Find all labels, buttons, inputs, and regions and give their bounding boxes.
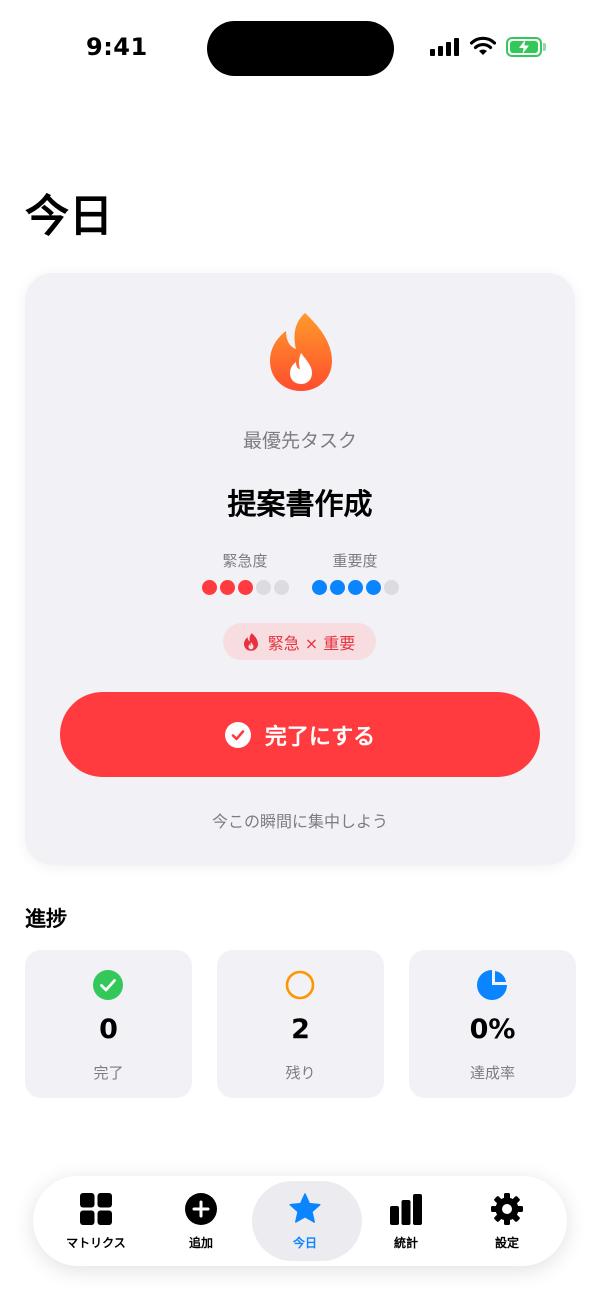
stat-caption: 残り (285, 1064, 316, 1082)
quadrant-tag-label: 緊急 × 重要 (267, 633, 356, 653)
tab-matrix[interactable]: マトリクス (46, 1176, 146, 1266)
dynamic-island (207, 21, 394, 76)
stat-caption: 達成率 (469, 1064, 515, 1082)
task-title: 提案書作成 (227, 487, 373, 521)
tab-stats[interactable]: 統計 (356, 1176, 456, 1266)
battery-cap (543, 43, 546, 51)
tab-settings[interactable]: 設定 (457, 1176, 557, 1266)
tab-label: 今日 (292, 1236, 317, 1250)
urgency-label: 緊急度 (222, 552, 268, 570)
flame-icon (270, 313, 332, 391)
card-subtitle: 最優先タスク (242, 430, 357, 452)
level-dot-empty (273, 580, 289, 595)
card-footer-message: 今この瞬間に集中しよう (211, 812, 388, 831)
level-dot-filled (329, 580, 345, 595)
stat-value: 0% (469, 1014, 516, 1045)
level-dot-filled (311, 580, 327, 595)
urgency-level-dots (185, 580, 305, 595)
tab-label: 設定 (494, 1236, 519, 1250)
level-dot-filled (201, 580, 217, 595)
quadrant-tag: 緊急 × 重要 (223, 623, 376, 660)
battery-icon (506, 37, 542, 57)
level-dot-empty (383, 580, 399, 595)
top-priority-card: 最優先タスク 提案書作成 緊急度 重要度 緊急 × 重要 完了にする 今この瞬間… (25, 273, 575, 865)
plus-circle-icon (185, 1193, 217, 1225)
tab-label: 統計 (393, 1236, 418, 1250)
complete-button-label: 完了にする (264, 724, 376, 750)
flame-icon (243, 632, 258, 651)
level-dot-filled (365, 580, 381, 595)
progress-section-title: 進捗 (25, 907, 67, 931)
pie-chart-icon (477, 970, 507, 1000)
importance-metric: 重要度 (295, 550, 415, 595)
checkmark-circle-icon (93, 970, 123, 1000)
page-title: 今日 (25, 191, 113, 242)
tab-bar: マトリクス 追加 今日 統計 設定 (33, 1176, 567, 1266)
tab-today[interactable]: 今日 (252, 1176, 362, 1266)
gear-icon (491, 1193, 523, 1225)
wifi-icon (470, 36, 496, 55)
complete-task-button[interactable]: 完了にする (60, 692, 540, 777)
level-dot-empty (255, 580, 271, 595)
importance-level-dots (295, 580, 415, 595)
tab-add[interactable]: 追加 (151, 1176, 251, 1266)
tab-label: 追加 (188, 1236, 213, 1250)
tab-label: マトリクス (66, 1236, 126, 1250)
status-time: 9:41 (86, 33, 148, 61)
circle-outline-icon (285, 970, 315, 1000)
cellular-signal-icon (430, 38, 459, 56)
importance-label: 重要度 (332, 552, 378, 570)
level-dot-filled (237, 580, 253, 595)
stat-value: 0 (99, 1014, 118, 1045)
status-bar: 9:41 (0, 0, 600, 96)
stat-caption: 完了 (93, 1064, 124, 1082)
star-icon (289, 1193, 321, 1223)
stat-value: 2 (291, 1014, 310, 1045)
level-dot-filled (347, 580, 363, 595)
stat-card-achievement-rate: 0% 達成率 (409, 950, 576, 1098)
grid-icon (80, 1193, 112, 1225)
checkmark-icon (224, 721, 251, 748)
bar-chart-icon (390, 1194, 422, 1225)
urgency-metric: 緊急度 (185, 550, 305, 595)
stat-card-completed: 0 完了 (25, 950, 192, 1098)
stat-card-remaining: 2 残り (217, 950, 384, 1098)
level-dot-filled (219, 580, 235, 595)
